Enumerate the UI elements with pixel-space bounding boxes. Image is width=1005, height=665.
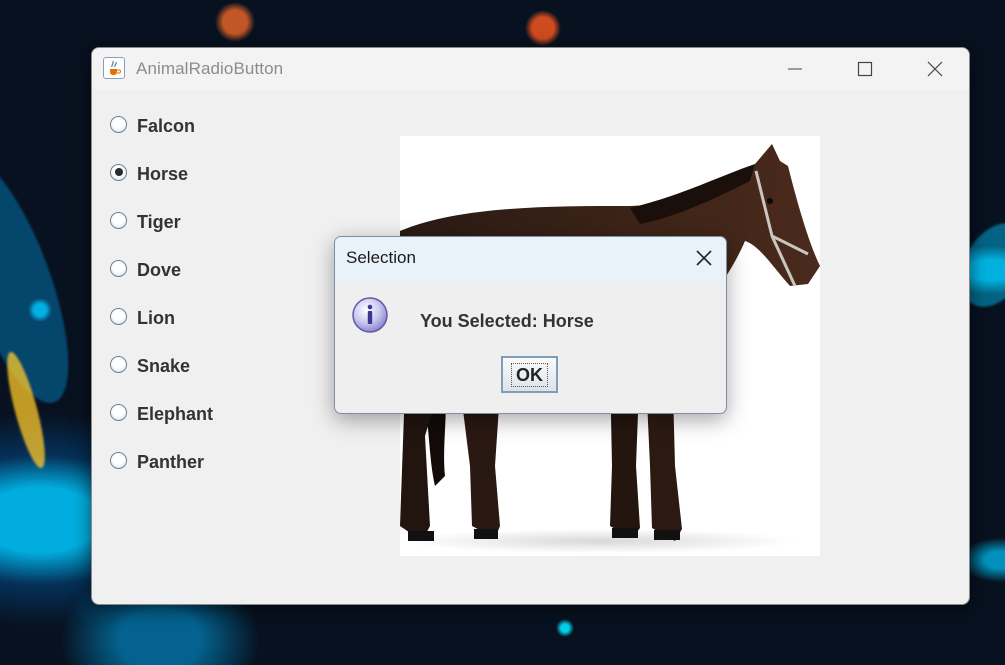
radio-panther[interactable]: Panther: [110, 448, 310, 472]
title-bar[interactable]: AnimalRadioButton: [92, 48, 969, 90]
radio-falcon[interactable]: Falcon: [110, 112, 310, 136]
radio-button[interactable]: [110, 211, 127, 229]
radio-label[interactable]: Tiger: [137, 212, 181, 233]
maximize-button[interactable]: [830, 48, 900, 90]
window-title: AnimalRadioButton: [136, 59, 284, 78]
radio-button-selected[interactable]: [110, 163, 127, 181]
selection-dialog: Selection You Selected: Horse OK: [334, 236, 727, 414]
dialog-close-button[interactable]: [694, 248, 714, 268]
radio-elephant[interactable]: Elephant: [110, 400, 310, 424]
dialog-title-bar[interactable]: Selection: [335, 237, 726, 280]
ok-button-label[interactable]: OK: [511, 362, 548, 387]
radio-tiger[interactable]: Tiger: [110, 208, 310, 232]
radio-snake[interactable]: Snake: [110, 352, 310, 376]
minimize-button[interactable]: [760, 48, 830, 90]
radio-lion[interactable]: Lion: [110, 304, 310, 328]
dialog-title: Selection: [346, 248, 416, 267]
maximize-icon: [857, 61, 873, 77]
radio-label[interactable]: Dove: [137, 260, 181, 281]
close-icon: [696, 250, 712, 266]
ok-button[interactable]: OK: [501, 356, 558, 393]
radio-dove[interactable]: Dove: [110, 256, 310, 280]
close-button[interactable]: [900, 48, 969, 90]
radio-label[interactable]: Horse: [137, 164, 188, 185]
radio-label[interactable]: Panther: [137, 452, 204, 473]
radio-label[interactable]: Snake: [137, 356, 190, 377]
information-icon: [351, 296, 389, 334]
dialog-message: You Selected: Horse: [420, 311, 594, 331]
radio-button[interactable]: [110, 115, 127, 133]
close-icon: [927, 61, 943, 77]
radio-button[interactable]: [110, 403, 127, 421]
radio-button[interactable]: [110, 451, 127, 469]
radio-button[interactable]: [110, 355, 127, 373]
radio-label[interactable]: Elephant: [137, 404, 213, 425]
radio-button[interactable]: [110, 259, 127, 277]
minimize-icon: [788, 68, 802, 70]
radio-label[interactable]: Falcon: [137, 116, 195, 137]
radio-label[interactable]: Lion: [137, 308, 175, 329]
radio-button[interactable]: [110, 307, 127, 325]
radio-horse[interactable]: Horse: [110, 160, 310, 184]
java-cup-icon: [103, 57, 125, 79]
